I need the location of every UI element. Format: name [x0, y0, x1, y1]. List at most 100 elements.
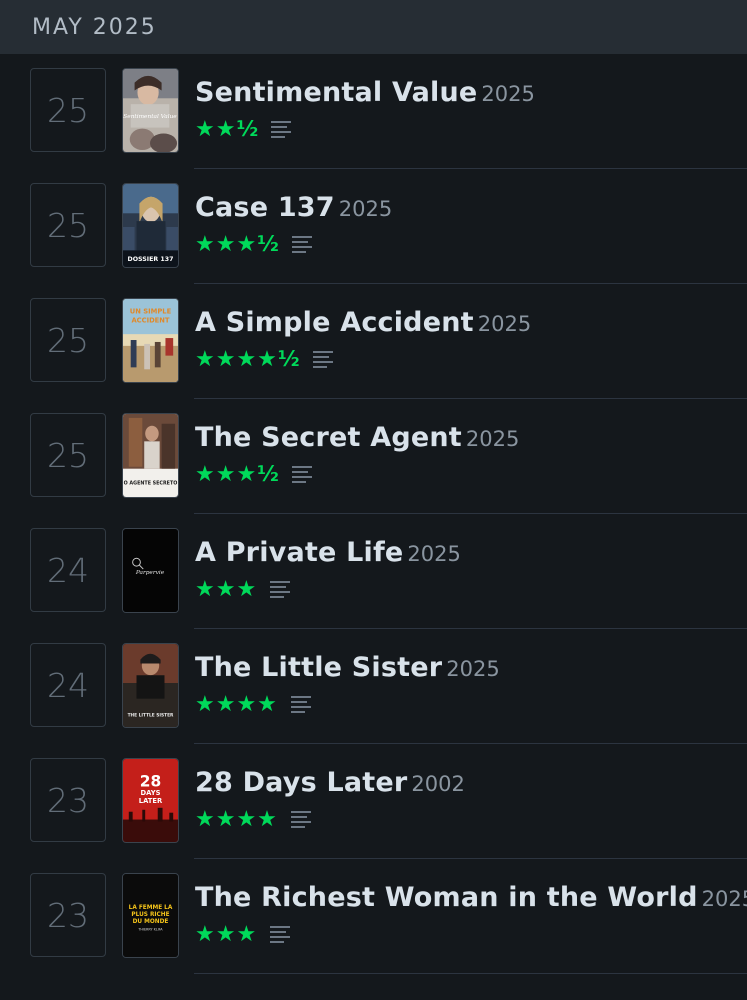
- star-rating: ★★★★: [195, 690, 278, 719]
- rating-row: ★★½: [195, 115, 292, 143]
- day-number: 23: [47, 895, 89, 935]
- star-rating: ★★★½: [195, 230, 279, 259]
- stars-full: ★★★★: [195, 691, 278, 717]
- film-year[interactable]: 2025: [466, 427, 519, 451]
- rating-row: ★★★★½: [195, 345, 334, 373]
- diary-entry[interactable]: 25 Sentimental Value Sentimental Value 20…: [0, 54, 747, 169]
- film-title-line[interactable]: A Private Life 2025: [195, 536, 461, 573]
- poster-title-text: DU MONDE: [133, 919, 169, 925]
- film-title[interactable]: The Little Sister: [195, 652, 442, 683]
- day-number: 25: [47, 435, 89, 475]
- film-title-line[interactable]: The Secret Agent 2025: [195, 421, 519, 458]
- sentimental-value-poster[interactable]: Sentimental Value: [122, 68, 179, 153]
- star-half: ½: [277, 346, 300, 371]
- poster-title-text: PLUS RICHE: [131, 912, 169, 918]
- review-lines-icon[interactable]: [269, 579, 291, 599]
- diary-entry[interactable]: 25 DOSSIER 137 Case 137 2025 ★★★½: [0, 169, 747, 284]
- day-number: 25: [47, 320, 89, 360]
- diary-entry[interactable]: 23 28 DAYS LATER 28 Days Later 2002 ★★★★: [0, 744, 747, 859]
- the-richest-woman-poster[interactable]: LA FEMME LA PLUS RICHE DU MONDE THIERRY …: [122, 873, 179, 958]
- day-box[interactable]: 25: [30, 413, 106, 497]
- film-title[interactable]: Sentimental Value: [195, 77, 477, 108]
- film-year[interactable]: 2025: [446, 657, 499, 681]
- review-lines-icon[interactable]: [291, 234, 313, 254]
- diary-entry[interactable]: 25 O AGENTE SECRETO The Secret Agent 2025…: [0, 399, 747, 514]
- poster-title-text: Sentimental Value: [123, 114, 177, 120]
- diary-entry[interactable]: 24 Parpervie A Private Life 2025 ★★★: [0, 514, 747, 629]
- poster-title-text: LA FEMME LA: [129, 905, 173, 911]
- stars-full: ★★: [195, 116, 237, 142]
- day-box[interactable]: 25: [30, 68, 106, 152]
- the-little-sister-poster[interactable]: THE LITTLE SISTER: [122, 643, 179, 728]
- film-title-line[interactable]: Case 137 2025: [195, 191, 392, 228]
- film-title[interactable]: Case 137: [195, 192, 335, 223]
- film-year[interactable]: 2002: [411, 772, 464, 796]
- a-simple-accident-poster[interactable]: UN SIMPLE ACCIDENT: [122, 298, 179, 383]
- the-secret-agent-poster[interactable]: O AGENTE SECRETO: [122, 413, 179, 498]
- star-rating: ★★★½: [195, 460, 279, 489]
- poster-title-text: LATER: [139, 797, 163, 805]
- film-title-line[interactable]: A Simple Accident 2025: [195, 306, 531, 343]
- film-title-line[interactable]: The Richest Woman in the World2025: [195, 881, 747, 918]
- stars-full: ★★★★: [195, 806, 278, 832]
- rating-row: ★★★★: [195, 690, 312, 718]
- star-rating: ★★★★½: [195, 345, 300, 374]
- film-year[interactable]: 2025: [702, 887, 747, 911]
- film-title[interactable]: 28 Days Later: [195, 767, 407, 798]
- film-title[interactable]: A Private Life: [195, 537, 403, 568]
- star-rating: ★★★: [195, 920, 257, 949]
- film-title[interactable]: A Simple Accident: [195, 307, 474, 338]
- poster-title-text: Parpervie: [135, 570, 165, 576]
- film-year[interactable]: 2025: [481, 82, 534, 106]
- stars-full: ★★★: [195, 576, 258, 602]
- diary-entry[interactable]: 23 LA FEMME LA PLUS RICHE DU MONDE THIER…: [0, 859, 747, 974]
- diary-list: 25 Sentimental Value Sentimental Value 20…: [0, 54, 747, 974]
- review-lines-icon[interactable]: [291, 464, 313, 484]
- day-box[interactable]: 24: [30, 643, 106, 727]
- poster-title-text: THE LITTLE SISTER: [128, 712, 174, 718]
- diary-entry[interactable]: 24 THE LITTLE SISTER The Little Sister 20…: [0, 629, 747, 744]
- 28-days-later-poster[interactable]: 28 DAYS LATER: [122, 758, 179, 843]
- day-box[interactable]: 24: [30, 528, 106, 612]
- rating-row: ★★★: [195, 575, 291, 603]
- stars-full: ★★★: [195, 921, 258, 947]
- stars-full: ★★★: [195, 231, 258, 257]
- case-137-poster[interactable]: DOSSIER 137: [122, 183, 179, 268]
- star-half: ½: [257, 461, 279, 486]
- rating-row: ★★★½: [195, 460, 313, 488]
- star-rating: ★★★★: [195, 805, 278, 834]
- film-year[interactable]: 2025: [478, 312, 531, 336]
- day-box[interactable]: 23: [30, 873, 106, 957]
- film-title[interactable]: The Secret Agent: [195, 422, 462, 453]
- poster-title-text: ACCIDENT: [131, 316, 169, 324]
- star-rating: ★★½: [195, 115, 258, 144]
- day-number: 24: [47, 665, 89, 705]
- a-private-life-poster[interactable]: Parpervie: [122, 528, 179, 613]
- day-number: 25: [47, 205, 89, 245]
- review-lines-icon[interactable]: [312, 349, 334, 369]
- day-box[interactable]: 23: [30, 758, 106, 842]
- day-number: 23: [47, 780, 89, 820]
- film-year[interactable]: 2025: [339, 197, 392, 221]
- review-lines-icon[interactable]: [290, 809, 312, 829]
- review-lines-icon[interactable]: [269, 924, 291, 944]
- month-header: MAY 2025: [0, 0, 747, 54]
- stars-full: ★★★: [195, 461, 258, 487]
- film-title-line[interactable]: The Little Sister 2025: [195, 651, 500, 688]
- film-title-line[interactable]: Sentimental Value 2025: [195, 76, 535, 113]
- rating-row: ★★★: [195, 920, 291, 948]
- film-title[interactable]: The Richest Woman in the World: [195, 882, 698, 913]
- review-lines-icon[interactable]: [290, 694, 312, 714]
- poster-title-text: DOSSIER 137: [128, 256, 174, 263]
- day-box[interactable]: 25: [30, 298, 106, 382]
- stars-full: ★★★★: [195, 346, 278, 372]
- star-half: ½: [257, 231, 279, 256]
- film-year[interactable]: 2025: [407, 542, 460, 566]
- day-box[interactable]: 25: [30, 183, 106, 267]
- film-title-line[interactable]: 28 Days Later 2002: [195, 766, 465, 803]
- review-lines-icon[interactable]: [270, 119, 292, 139]
- poster-title-text: DAYS: [141, 789, 161, 797]
- poster-title-text: THIERRY KLIFA: [137, 928, 163, 932]
- rating-row: ★★★★: [195, 805, 312, 833]
- diary-entry[interactable]: 25 UN SIMPLE ACCIDENT A Simple Accident 2…: [0, 284, 747, 399]
